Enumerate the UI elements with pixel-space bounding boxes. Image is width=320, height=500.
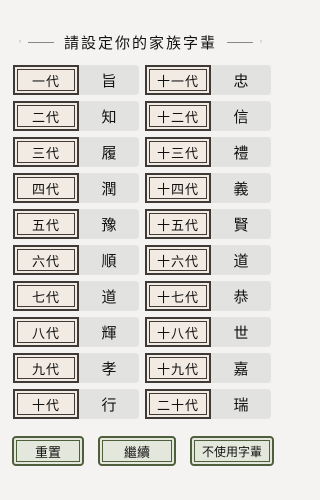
generation-cell-8[interactable]: 八代 輝 — [13, 317, 139, 347]
generation-cell-16[interactable]: 十六代 道 — [145, 245, 271, 275]
page-title: 請設定你的家族字輩 — [63, 33, 217, 52]
generation-row: 三代 履 十三代 禮 — [13, 137, 271, 167]
generation-label: 八代 — [13, 317, 79, 347]
generation-character[interactable]: 道 — [79, 281, 139, 311]
generation-row: 六代 順 十六代 道 — [13, 245, 271, 275]
generation-label: 十五代 — [145, 209, 211, 239]
generation-label: 十九代 — [145, 353, 211, 383]
generation-label: 十七代 — [145, 281, 211, 311]
page-header: ◦ 請設定你的家族字輩 ◦ — [0, 28, 281, 56]
generation-label: 十代 — [13, 389, 79, 419]
generation-cell-12[interactable]: 十二代 信 — [145, 101, 271, 131]
generation-grid: 一代 旨 十一代 忠 二代 知 十二代 信 三代 履 十三代 禮 四代 潤 十四… — [13, 65, 271, 425]
generation-label: 一代 — [13, 65, 79, 95]
generation-label: 五代 — [13, 209, 79, 239]
generation-character[interactable]: 忠 — [211, 65, 271, 95]
generation-character[interactable]: 賢 — [211, 209, 271, 239]
reset-button[interactable]: 重置 — [12, 436, 84, 466]
skip-generation-names-button[interactable]: 不使用字輩 — [190, 436, 274, 466]
generation-cell-2[interactable]: 二代 知 — [13, 101, 139, 131]
generation-label: 二十代 — [145, 389, 211, 419]
generation-row: 五代 豫 十五代 賢 — [13, 209, 271, 239]
generation-character[interactable]: 義 — [211, 173, 271, 203]
generation-label: 十一代 — [145, 65, 211, 95]
generation-label: 十四代 — [145, 173, 211, 203]
generation-row: 八代 輝 十八代 世 — [13, 317, 271, 347]
generation-character[interactable]: 輝 — [79, 317, 139, 347]
generation-cell-20[interactable]: 二十代 瑞 — [145, 389, 271, 419]
generation-label: 十六代 — [145, 245, 211, 275]
title-right-ornament: ◦ — [259, 38, 264, 46]
generation-row: 七代 道 十七代 恭 — [13, 281, 271, 311]
generation-row: 九代 孝 十九代 嘉 — [13, 353, 271, 383]
generation-cell-1[interactable]: 一代 旨 — [13, 65, 139, 95]
generation-character[interactable]: 豫 — [79, 209, 139, 239]
generation-cell-19[interactable]: 十九代 嘉 — [145, 353, 271, 383]
generation-character[interactable]: 知 — [79, 101, 139, 131]
generation-row: 二代 知 十二代 信 — [13, 101, 271, 131]
generation-cell-7[interactable]: 七代 道 — [13, 281, 139, 311]
generation-label: 九代 — [13, 353, 79, 383]
generation-label: 十三代 — [145, 137, 211, 167]
generation-label: 十八代 — [145, 317, 211, 347]
generation-character[interactable]: 世 — [211, 317, 271, 347]
generation-character[interactable]: 恭 — [211, 281, 271, 311]
generation-label: 六代 — [13, 245, 79, 275]
title-left-divider — [27, 41, 54, 43]
generation-character[interactable]: 道 — [211, 245, 271, 275]
generation-row: 十代 行 二十代 瑞 — [13, 389, 271, 419]
generation-label: 四代 — [13, 173, 79, 203]
generation-cell-14[interactable]: 十四代 義 — [145, 173, 271, 203]
generation-cell-13[interactable]: 十三代 禮 — [145, 137, 271, 167]
generation-row: 一代 旨 十一代 忠 — [13, 65, 271, 95]
generation-cell-11[interactable]: 十一代 忠 — [145, 65, 271, 95]
generation-label: 七代 — [13, 281, 79, 311]
generation-character[interactable]: 孝 — [79, 353, 139, 383]
title-left-ornament: ◦ — [17, 38, 22, 46]
generation-character[interactable]: 順 — [79, 245, 139, 275]
generation-row: 四代 潤 十四代 義 — [13, 173, 271, 203]
generation-label: 二代 — [13, 101, 79, 131]
generation-label: 三代 — [13, 137, 79, 167]
generation-cell-15[interactable]: 十五代 賢 — [145, 209, 271, 239]
generation-cell-5[interactable]: 五代 豫 — [13, 209, 139, 239]
action-bar: 重置 繼續 不使用字輩 — [12, 436, 274, 466]
generation-character[interactable]: 信 — [211, 101, 271, 131]
generation-cell-4[interactable]: 四代 潤 — [13, 173, 139, 203]
title-right-divider — [227, 41, 253, 43]
generation-character[interactable]: 旨 — [79, 65, 139, 95]
generation-cell-9[interactable]: 九代 孝 — [13, 353, 139, 383]
generation-label: 十二代 — [145, 101, 211, 131]
generation-character[interactable]: 潤 — [79, 173, 139, 203]
generation-character[interactable]: 嘉 — [211, 353, 271, 383]
generation-character[interactable]: 瑞 — [211, 389, 271, 419]
generation-cell-6[interactable]: 六代 順 — [13, 245, 139, 275]
continue-button[interactable]: 繼續 — [98, 436, 176, 466]
generation-character[interactable]: 禮 — [211, 137, 271, 167]
generation-character[interactable]: 行 — [79, 389, 139, 419]
generation-cell-3[interactable]: 三代 履 — [13, 137, 139, 167]
generation-character[interactable]: 履 — [79, 137, 139, 167]
generation-cell-18[interactable]: 十八代 世 — [145, 317, 271, 347]
generation-cell-17[interactable]: 十七代 恭 — [145, 281, 271, 311]
generation-cell-10[interactable]: 十代 行 — [13, 389, 139, 419]
